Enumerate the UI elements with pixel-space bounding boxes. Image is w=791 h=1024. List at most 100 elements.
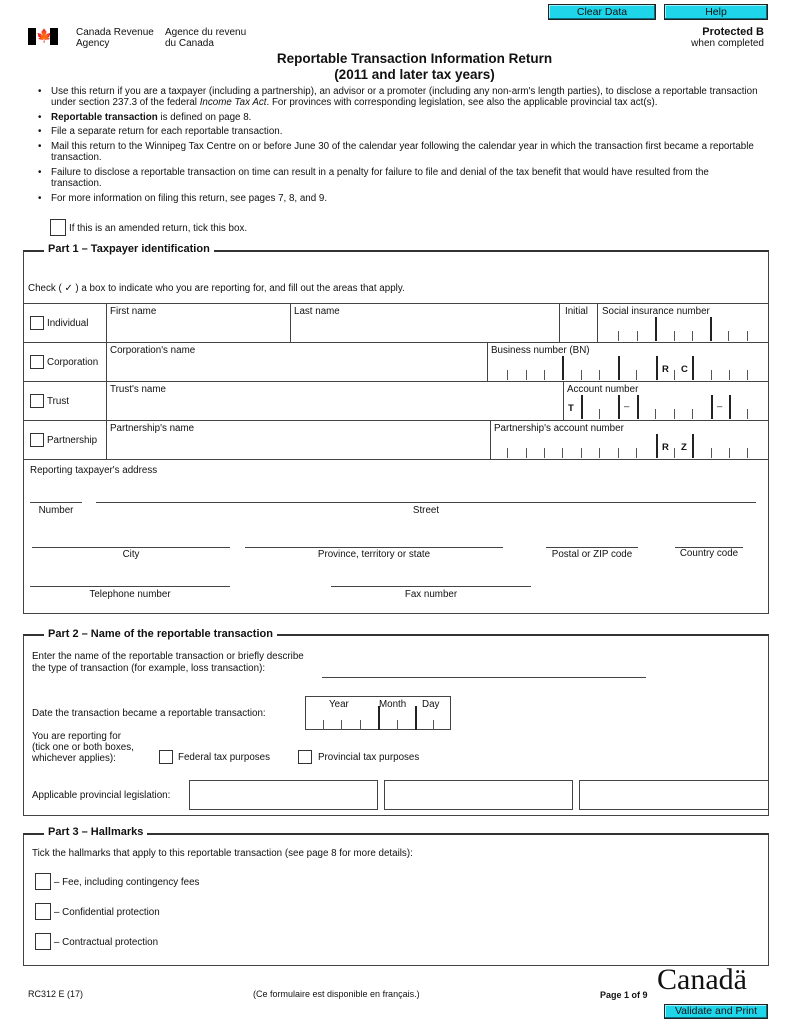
federal-label: Federal tax purposes (178, 752, 271, 763)
partnership-name-field[interactable] (107, 435, 489, 458)
comb-tick (692, 356, 694, 380)
comb-tick (507, 370, 508, 380)
number-label: Number (38, 505, 74, 516)
fax-field[interactable] (331, 586, 531, 587)
page-title: Reportable Transaction Information Retur… (0, 51, 791, 83)
trust-account-field[interactable] (564, 396, 768, 419)
page-number: Page 1 of 9 (600, 990, 648, 1000)
comb-tick (378, 706, 380, 730)
clear-data-button[interactable]: Clear Data (548, 4, 656, 20)
province-field[interactable] (245, 547, 503, 548)
bn-field[interactable] (488, 357, 768, 380)
pa-z-char: Z (681, 442, 687, 453)
agency-fr-line1: Agence du revenu (165, 27, 247, 38)
number-field[interactable] (30, 502, 82, 503)
city-field[interactable] (32, 547, 230, 548)
reporting-for-label-1: You are reporting for (32, 731, 121, 742)
corp-name-field[interactable] (107, 357, 486, 380)
comb-tick (729, 395, 731, 419)
instruction-item: File a separate return for each reportab… (38, 126, 758, 138)
initial-label: Initial (565, 306, 588, 317)
instruction-item: For more information on filing this retu… (38, 193, 758, 205)
fax-label: Fax number (404, 589, 458, 600)
comb-tick (618, 448, 619, 458)
corp-name-label: Corporation's name (110, 345, 196, 356)
first-name-field[interactable] (107, 318, 289, 341)
street-field[interactable] (96, 502, 756, 503)
comb-tick (618, 395, 620, 419)
comb-tick (637, 331, 638, 341)
comb-tick (747, 448, 748, 458)
comb-tick (729, 448, 730, 458)
account-number-label: Account number (567, 384, 639, 395)
partnership-label: Partnership (47, 435, 98, 446)
protected-sub: when completed (691, 38, 764, 49)
hallmark-fee-checkbox[interactable] (35, 873, 51, 890)
transaction-name-label-2: the type of transaction (for example, lo… (32, 663, 266, 674)
comb-tick (360, 720, 361, 730)
legislation-field-1[interactable] (189, 780, 378, 810)
canada-flag-icon: 🍁 (28, 28, 58, 45)
hallmark-confidential-checkbox[interactable] (35, 903, 51, 920)
comb-tick (599, 448, 600, 458)
partnership-checkbox[interactable] (30, 433, 44, 447)
bn-c-char: C (681, 364, 688, 375)
amended-return-checkbox[interactable] (50, 219, 66, 236)
day-label: Day (422, 699, 440, 710)
canada-wordmark: Canadä (657, 963, 747, 996)
postal-label: Postal or ZIP code (551, 549, 633, 560)
individual-checkbox[interactable] (30, 316, 44, 330)
amended-return-label: If this is an amended return, tick this … (69, 223, 248, 234)
first-name-label: First name (110, 306, 157, 317)
agency-name-fr: Agence du revenu du Canada (165, 27, 247, 49)
validate-print-button[interactable]: Validate and Print (664, 1004, 768, 1019)
agency-fr-line2: du Canada (165, 37, 214, 49)
comb-tick (674, 331, 675, 341)
legislation-label: Applicable provincial legislation: (32, 790, 171, 801)
corporation-checkbox[interactable] (30, 355, 44, 369)
hallmark-contractual-label: – Contractual protection (54, 937, 159, 948)
hallmark-contractual-checkbox[interactable] (35, 933, 51, 950)
protected-b-label: Protected B when completed (691, 27, 764, 50)
provincial-checkbox[interactable] (298, 750, 312, 764)
comb-tick (562, 356, 564, 380)
comb-tick (692, 409, 693, 419)
legislation-field-2[interactable] (384, 780, 573, 810)
address-label: Reporting taxpayer's address (30, 465, 158, 476)
individual-label: Individual (47, 318, 89, 329)
partnership-acct-field[interactable] (491, 435, 768, 458)
partnership-name-label: Partnership's name (110, 423, 195, 434)
reporting-for-label-2: (tick one or both boxes, (32, 742, 134, 753)
trust-name-field[interactable] (107, 396, 562, 419)
comb-tick (526, 370, 527, 380)
comb-tick (581, 370, 582, 380)
instruction-item: Use this return if you are a taxpayer (i… (38, 86, 758, 109)
help-button[interactable]: Help (664, 4, 768, 20)
initial-field[interactable] (560, 318, 596, 341)
telephone-field[interactable] (30, 586, 230, 587)
comb-tick (636, 448, 637, 458)
pa-r-char: R (662, 442, 669, 453)
comb-tick (656, 434, 658, 458)
legislation-field-3[interactable] (579, 780, 769, 810)
comb-tick (674, 370, 675, 380)
form-id: RC312 E (17) (28, 989, 84, 999)
instruction-item: Mail this return to the Winnipeg Tax Cen… (38, 141, 758, 164)
transaction-name-label-1: Enter the name of the reportable transac… (32, 651, 304, 662)
last-name-field[interactable] (291, 318, 558, 341)
transaction-name-field[interactable] (322, 677, 646, 678)
comb-tick (655, 409, 656, 419)
comb-tick (397, 720, 398, 730)
agency-en-line1: Canada Revenue (76, 27, 154, 38)
federal-checkbox[interactable] (159, 750, 173, 764)
corporation-label: Corporation (47, 357, 99, 368)
sin-field[interactable] (598, 318, 768, 341)
instruction-item: Reportable transaction is defined on pag… (38, 112, 758, 124)
trust-name-label: Trust's name (110, 384, 166, 395)
comb-tick (507, 448, 508, 458)
comb-tick (692, 434, 694, 458)
agency-en-line2: Agency (76, 37, 110, 49)
postal-field[interactable] (546, 547, 638, 548)
trust-checkbox[interactable] (30, 394, 44, 408)
acct-dash-1: – (624, 401, 630, 412)
